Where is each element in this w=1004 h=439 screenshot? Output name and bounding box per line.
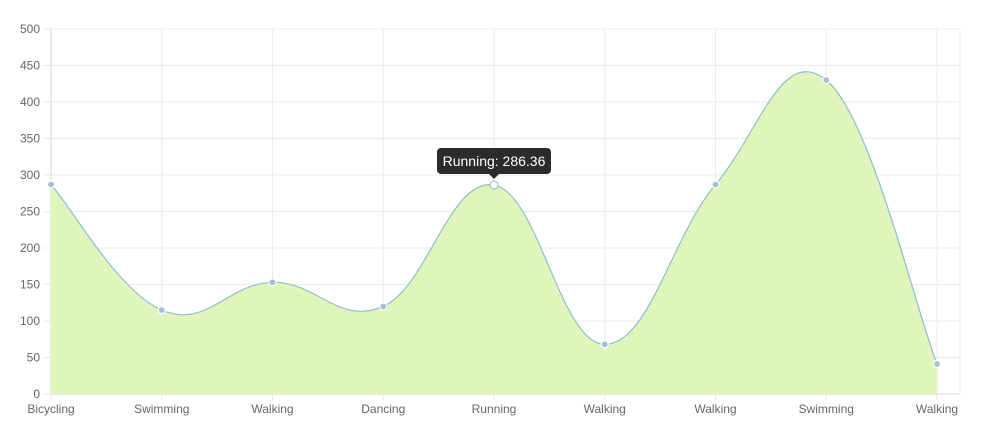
tooltip-caret [489,173,499,179]
y-tick-label: 400 [20,95,40,109]
y-tick-label: 150 [20,278,40,292]
y-tick-label: 50 [27,351,41,365]
x-tick-label: Swimming [799,402,854,416]
data-point[interactable] [600,340,609,349]
y-tick-label: 300 [20,168,40,182]
y-tick-label: 250 [20,205,40,219]
x-tick-label: Walking [916,402,958,416]
x-tick-label: Bicycling [27,402,74,416]
data-point[interactable] [932,359,942,369]
x-tick-label: Running [472,402,517,416]
data-point[interactable] [822,75,831,85]
x-tick-label: Walking [694,402,736,416]
data-point[interactable] [379,302,388,311]
area-chart: 0 50 100 150 200 250 300 350 400 450 500 Bicycling S… [0,0,1004,439]
y-tick-label: 500 [20,22,40,36]
chart-canvas: 0 50 100 150 200 250 300 350 400 450 500 Bicycling S… [20,22,961,416]
data-point[interactable] [489,180,499,190]
y-tick-label: 100 [20,314,40,328]
data-point[interactable] [711,180,720,189]
data-point[interactable] [157,305,166,315]
x-tick-label: Walking [251,402,293,416]
x-tick-label: Swimming [134,402,189,416]
data-point[interactable] [46,180,56,189]
y-tick-label: 350 [20,132,40,146]
y-tick-label: 200 [20,241,40,255]
tooltip-label: Running: 286.36 [443,153,546,169]
x-tick-label: Walking [584,402,626,416]
tooltip: Running: 286.36 [437,147,551,179]
y-tick-label: 450 [20,59,40,73]
data-point[interactable] [268,278,277,287]
x-tick-label: Dancing [361,402,405,416]
y-tick-label: 0 [33,387,40,401]
